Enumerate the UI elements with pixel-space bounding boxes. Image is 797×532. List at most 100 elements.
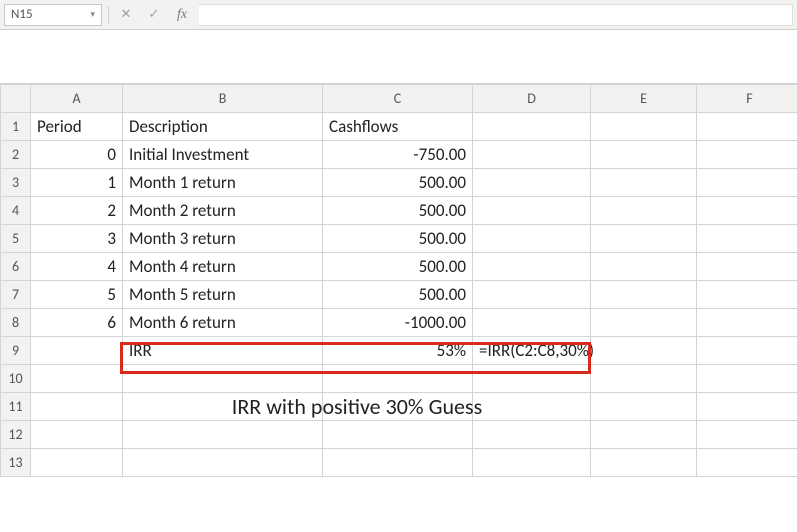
cell-E4[interactable] <box>591 197 697 225</box>
row-header-11[interactable]: 11 <box>1 393 31 421</box>
cell-B4[interactable]: Month 2 return <box>123 197 323 225</box>
col-header-C[interactable]: C <box>323 85 473 113</box>
cell-D4[interactable] <box>473 197 591 225</box>
cell-E7[interactable] <box>591 281 697 309</box>
cell-D2[interactable] <box>473 141 591 169</box>
cell-D13[interactable] <box>473 449 591 477</box>
cell-F11[interactable] <box>697 393 797 421</box>
cell-B11[interactable]: IRR with positive 30% Guess <box>123 393 323 421</box>
cell-B9[interactable]: IRR <box>123 337 323 365</box>
cell-E2[interactable] <box>591 141 697 169</box>
formula-input[interactable] <box>199 4 793 26</box>
cell-B10[interactable] <box>123 365 323 393</box>
cell-E3[interactable] <box>591 169 697 197</box>
cell-E10[interactable] <box>591 365 697 393</box>
cell-C10[interactable] <box>323 365 473 393</box>
cell-A8[interactable]: 6 <box>31 309 123 337</box>
cancel-formula-button[interactable]: ✕ <box>115 4 137 26</box>
cell-F10[interactable] <box>697 365 797 393</box>
cell-F8[interactable] <box>697 309 797 337</box>
cell-F6[interactable] <box>697 253 797 281</box>
row-header-1[interactable]: 1 <box>1 113 31 141</box>
cell-D1[interactable] <box>473 113 591 141</box>
cell-C9[interactable]: 53% <box>323 337 473 365</box>
cell-A10[interactable] <box>31 365 123 393</box>
cell-F5[interactable] <box>697 225 797 253</box>
cell-E12[interactable] <box>591 421 697 449</box>
cell-C12[interactable] <box>323 421 473 449</box>
cell-D9[interactable]: =IRR(C2:C8,30%) <box>473 337 591 365</box>
cell-D12[interactable] <box>473 421 591 449</box>
cell-F2[interactable] <box>697 141 797 169</box>
row-header-6[interactable]: 6 <box>1 253 31 281</box>
row-header-9[interactable]: 9 <box>1 337 31 365</box>
insert-function-button[interactable]: fx <box>171 4 193 26</box>
cell-C1[interactable]: Cashflows <box>323 113 473 141</box>
cell-B8[interactable]: Month 6 return <box>123 309 323 337</box>
cell-A3[interactable]: 1 <box>31 169 123 197</box>
cell-D7[interactable] <box>473 281 591 309</box>
cell-E1[interactable] <box>591 113 697 141</box>
cell-B13[interactable] <box>123 449 323 477</box>
row-header-2[interactable]: 2 <box>1 141 31 169</box>
cell-E6[interactable] <box>591 253 697 281</box>
cell-E8[interactable] <box>591 309 697 337</box>
cell-D8[interactable] <box>473 309 591 337</box>
cell-B2[interactable]: Initial Investment <box>123 141 323 169</box>
row-header-13[interactable]: 13 <box>1 449 31 477</box>
cell-A2[interactable]: 0 <box>31 141 123 169</box>
cell-A7[interactable]: 5 <box>31 281 123 309</box>
cell-A4[interactable]: 2 <box>31 197 123 225</box>
cell-F4[interactable] <box>697 197 797 225</box>
accept-formula-button[interactable]: ✓ <box>143 4 165 26</box>
row-header-4[interactable]: 4 <box>1 197 31 225</box>
cell-D3[interactable] <box>473 169 591 197</box>
cell-A1[interactable]: Period <box>31 113 123 141</box>
cell-F3[interactable] <box>697 169 797 197</box>
cell-F12[interactable] <box>697 421 797 449</box>
row-header-12[interactable]: 12 <box>1 421 31 449</box>
cell-C7[interactable]: 500.00 <box>323 281 473 309</box>
cell-F13[interactable] <box>697 449 797 477</box>
cell-B7[interactable]: Month 5 return <box>123 281 323 309</box>
col-header-B[interactable]: B <box>123 85 323 113</box>
row-header-8[interactable]: 8 <box>1 309 31 337</box>
row-header-3[interactable]: 3 <box>1 169 31 197</box>
cell-A9[interactable] <box>31 337 123 365</box>
cell-E11[interactable] <box>591 393 697 421</box>
cell-B6[interactable]: Month 4 return <box>123 253 323 281</box>
cell-E13[interactable] <box>591 449 697 477</box>
col-header-F[interactable]: F <box>697 85 797 113</box>
cell-C2[interactable]: -750.00 <box>323 141 473 169</box>
name-box[interactable]: N15 ▾ <box>4 4 102 26</box>
cell-C13[interactable] <box>323 449 473 477</box>
cell-E9[interactable] <box>591 337 697 365</box>
cell-F1[interactable] <box>697 113 797 141</box>
select-all-corner[interactable] <box>1 85 31 113</box>
cell-F7[interactable] <box>697 281 797 309</box>
row-header-10[interactable]: 10 <box>1 365 31 393</box>
cell-A5[interactable]: 3 <box>31 225 123 253</box>
cell-D6[interactable] <box>473 253 591 281</box>
cell-E5[interactable] <box>591 225 697 253</box>
cell-C5[interactable]: 500.00 <box>323 225 473 253</box>
cell-C6[interactable]: 500.00 <box>323 253 473 281</box>
cell-A12[interactable] <box>31 421 123 449</box>
cell-B3[interactable]: Month 1 return <box>123 169 323 197</box>
cell-C8[interactable]: -1000.00 <box>323 309 473 337</box>
cell-C4[interactable]: 500.00 <box>323 197 473 225</box>
cell-A13[interactable] <box>31 449 123 477</box>
cell-D5[interactable] <box>473 225 591 253</box>
cell-D10[interactable] <box>473 365 591 393</box>
col-header-D[interactable]: D <box>473 85 591 113</box>
col-header-A[interactable]: A <box>31 85 123 113</box>
cell-B12[interactable] <box>123 421 323 449</box>
cell-A11[interactable] <box>31 393 123 421</box>
cell-B1[interactable]: Description <box>123 113 323 141</box>
cell-B5[interactable]: Month 3 return <box>123 225 323 253</box>
cell-C3[interactable]: 500.00 <box>323 169 473 197</box>
col-header-E[interactable]: E <box>591 85 697 113</box>
cell-A6[interactable]: 4 <box>31 253 123 281</box>
cell-F9[interactable] <box>697 337 797 365</box>
row-header-7[interactable]: 7 <box>1 281 31 309</box>
